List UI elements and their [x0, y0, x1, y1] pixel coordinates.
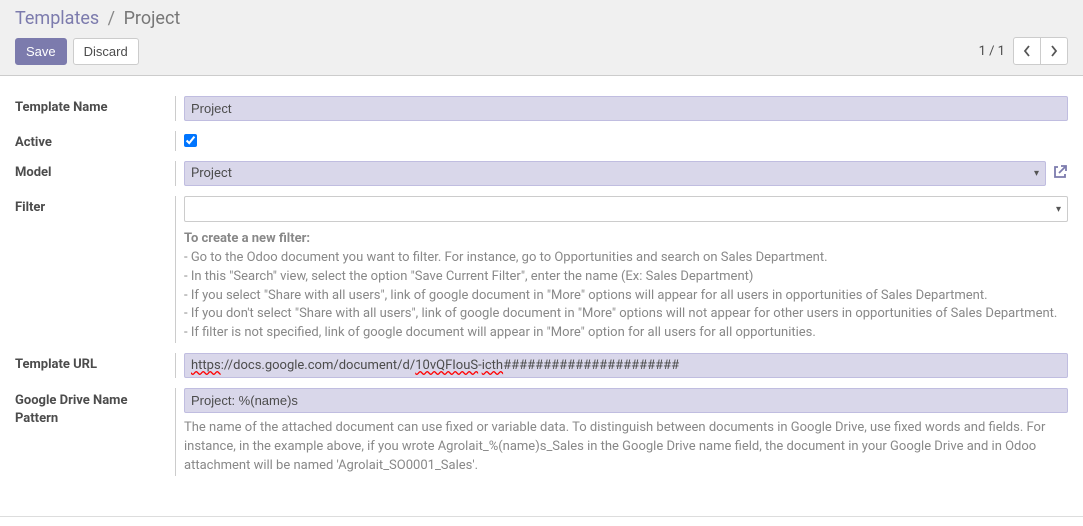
active-checkbox[interactable] [184, 134, 197, 147]
pager-next-button[interactable] [1040, 37, 1068, 65]
model-select-value: Project [191, 166, 232, 181]
filter-help-text: To create a new filter: - Go to the Odoo… [184, 230, 1068, 343]
chevron-right-icon [1050, 45, 1058, 57]
external-link-icon [1052, 164, 1068, 180]
breadcrumb-root-link[interactable]: Templates [15, 8, 99, 29]
breadcrumb: Templates / Project [15, 8, 1068, 29]
template-url-input[interactable]: https://docs.google.com/document/d/10vQF… [184, 353, 1068, 378]
label-active: Active [15, 131, 175, 150]
caret-down-icon: ▾ [1034, 168, 1039, 179]
gdrive-help-text: The name of the attached document can us… [184, 419, 1068, 476]
pager-text: 1 / 1 [979, 44, 1005, 59]
breadcrumb-current: Project [124, 8, 181, 29]
chevron-left-icon [1023, 45, 1031, 57]
pager-prev-button[interactable] [1013, 37, 1041, 65]
model-select[interactable]: Project ▾ [184, 161, 1046, 186]
discard-button[interactable]: Discard [73, 38, 139, 65]
filter-select[interactable]: ▾ [184, 196, 1068, 222]
label-gdrive-name-pattern: Google Drive Name Pattern [15, 388, 175, 427]
caret-down-icon: ▾ [1056, 204, 1061, 215]
breadcrumb-sep: / [108, 8, 115, 29]
label-filter: Filter [15, 196, 175, 215]
label-model: Model [15, 161, 175, 180]
save-button[interactable]: Save [15, 38, 67, 65]
label-template-name: Template Name [15, 96, 175, 115]
label-template-url: Template URL [15, 353, 175, 372]
gdrive-name-pattern-input[interactable] [184, 388, 1068, 413]
open-external-link-button[interactable] [1052, 164, 1068, 184]
template-name-input[interactable] [184, 96, 1068, 121]
